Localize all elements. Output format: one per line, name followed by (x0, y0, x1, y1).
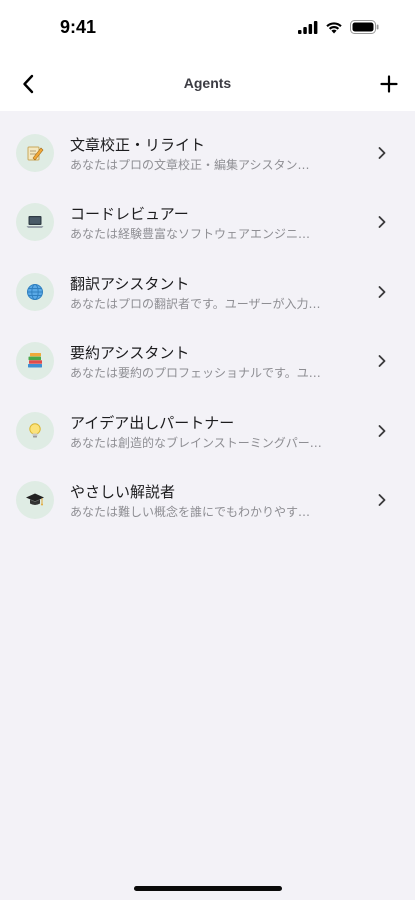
wifi-icon (326, 21, 342, 33)
status-time: 9:41 (60, 17, 97, 37)
agent-title: コードレビュアー (70, 205, 189, 224)
navigation-bar: Agents (0, 56, 415, 111)
laptop-icon (16, 203, 54, 242)
chevron-right-icon (378, 285, 386, 298)
battery-icon (350, 20, 379, 34)
agent-row[interactable]: 要約アシスタント あなたは要約のプロフェッショナルです。ユ… (0, 327, 415, 396)
agent-description: あなたは創造的なブレインストーミングパー… (70, 435, 322, 450)
globe-icon (16, 272, 54, 311)
cellular-signal-icon (298, 20, 318, 34)
agent-row[interactable]: 文章校正・リライト あなたはプロの文章校正・編集アシスタン… (0, 119, 415, 188)
chevron-right-icon (378, 147, 386, 159)
status-bar: 9:41 (0, 0, 415, 56)
agent-description: あなたは難しい概念を誰にでもわかりやす… (70, 504, 311, 519)
plus-icon (380, 75, 398, 93)
lightbulb-icon (16, 411, 54, 450)
agent-row[interactable]: 翻訳アシスタント あなたはプロの翻訳者です。ユーザーが入力… (0, 258, 415, 327)
agent-list: 文章校正・リライト あなたはプロの文章校正・編集アシスタン… コードレビュアー … (0, 119, 415, 535)
chevron-right-icon (378, 355, 386, 368)
agent-description: あなたは経験豊富なソフトウェアエンジニ… (70, 227, 311, 242)
chevron-right-icon (378, 424, 386, 437)
chevron-right-icon (378, 216, 386, 229)
agent-title: 翻訳アシスタント (70, 274, 190, 293)
agent-title: 要約アシスタント (70, 344, 190, 363)
status-icons (298, 20, 379, 34)
agent-title: 文章校正・リライト (70, 136, 206, 154)
chevron-right-icon (378, 494, 386, 506)
add-agent-button[interactable] (375, 70, 403, 98)
agent-description: あなたは要約のプロフェッショナルです。ユ… (70, 366, 321, 381)
agent-description: あなたはプロの文章校正・編集アシスタン… (70, 158, 310, 172)
agent-row[interactable]: やさしい解説者 あなたは難しい概念を誰にでもわかりやす… (0, 466, 415, 535)
agent-row[interactable]: アイデア出しパートナー あなたは創造的なブレインストーミングパー… (0, 397, 415, 466)
agent-description: あなたはプロの翻訳者です。ユーザーが入力… (70, 296, 321, 311)
page-title: Agents (183, 75, 232, 91)
agent-row[interactable]: コードレビュアー あなたは経験豊富なソフトウェアエンジニ… (0, 188, 415, 257)
books-icon (16, 342, 54, 381)
pencil-memo-icon (16, 134, 54, 172)
home-indicator (134, 886, 282, 891)
agent-title: やさしい解説者 (70, 482, 176, 501)
agent-title: アイデア出しパートナー (70, 413, 235, 432)
graduation-cap-icon (16, 480, 54, 519)
